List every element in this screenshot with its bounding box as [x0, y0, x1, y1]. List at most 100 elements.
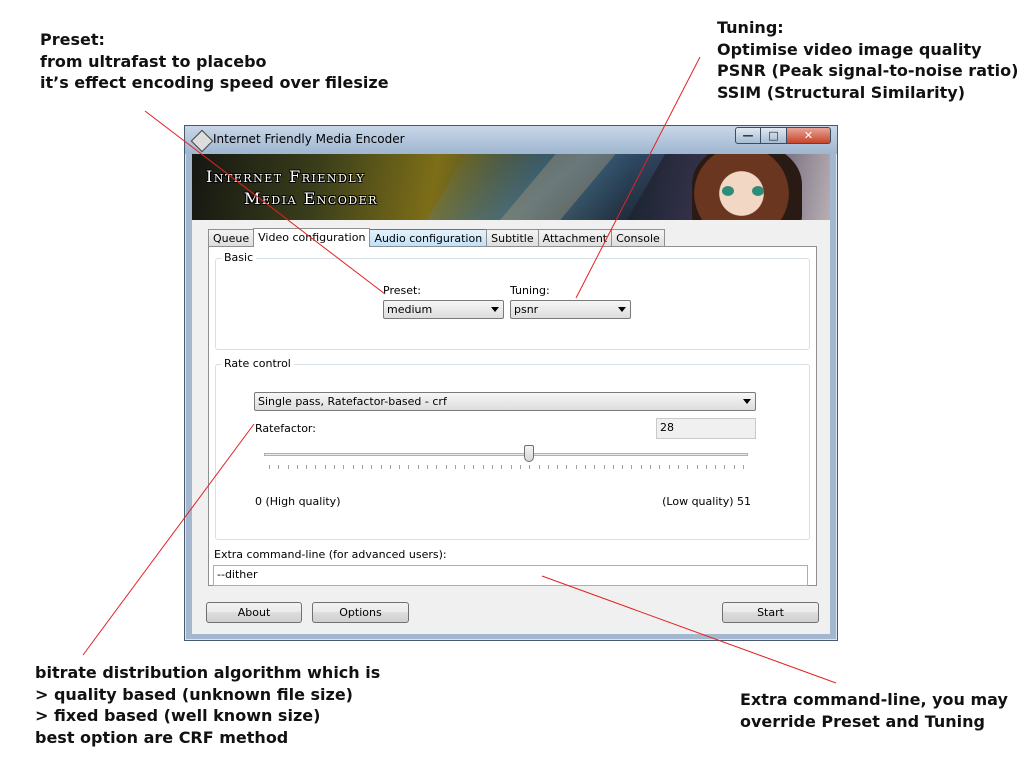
slider-tick: [547, 465, 549, 469]
tab-strip: Queue Video configuration Audio configur…: [208, 228, 665, 247]
preset-value: medium: [387, 303, 433, 316]
rate-control-group: Rate control Single pass, Ratefactor-bas…: [215, 357, 810, 540]
tuning-label: Tuning:: [510, 284, 550, 297]
annotation-bitrate-line: > quality based (unknown file size): [35, 684, 353, 704]
annotation-tuning-line: PSNR (Peak signal-to-noise ratio): [717, 61, 1019, 80]
maximize-button[interactable]: □: [761, 127, 787, 144]
rate-mode-dropdown[interactable]: Single pass, Ratefactor-based - crf: [254, 392, 756, 411]
tuning-dropdown[interactable]: psnr: [510, 300, 631, 319]
tab-audio-configuration[interactable]: Audio configuration: [369, 229, 488, 247]
slider-tick: [380, 465, 382, 469]
basic-group: Basic Preset: medium Tuning: psnr: [215, 251, 810, 350]
slider-tick: [501, 465, 503, 469]
chevron-down-icon: [491, 307, 499, 312]
slider-tick: [371, 465, 373, 469]
slider-tick: [436, 465, 438, 469]
slider-tick: [389, 465, 391, 469]
ratefactor-value-field: 28: [656, 418, 756, 439]
main-window: Internet Friendly Media Encoder — □ ✕ In…: [184, 125, 838, 641]
slider-tick: [724, 465, 726, 469]
slider-tick: [269, 465, 270, 469]
tab-queue[interactable]: Queue: [208, 229, 255, 247]
banner-title-line2: Media Encoder: [244, 189, 378, 208]
annotation-preset-line: from ultrafast to placebo: [40, 51, 267, 71]
preset-dropdown[interactable]: medium: [383, 300, 504, 319]
chevron-down-icon: [743, 399, 751, 404]
tab-console[interactable]: Console: [611, 229, 665, 247]
slider-tick: [427, 465, 428, 469]
slider-tick: [557, 465, 559, 469]
slider-tick: [519, 465, 521, 469]
ratefactor-label: Ratefactor:: [255, 422, 316, 435]
preset-label: Preset:: [383, 284, 422, 297]
annotation-extra-line: Extra command-line, you may: [740, 690, 1008, 709]
about-button[interactable]: About: [206, 602, 302, 623]
tab-subtitle[interactable]: Subtitle: [486, 229, 539, 247]
extra-commandline-input[interactable]: --dither: [213, 565, 808, 586]
slider-tick: [631, 465, 633, 469]
slider-tick: [733, 465, 735, 469]
slider-min-label: 0 (High quality): [255, 495, 341, 508]
chevron-down-icon: [618, 307, 626, 312]
annotation-tuning: Tuning: Optimise video image quality PSN…: [717, 17, 1018, 103]
slider-tick: [473, 465, 475, 469]
slider-tick: [668, 465, 670, 469]
slider-tick: [603, 465, 605, 469]
banner-art: [752, 186, 764, 196]
banner-character-art: [692, 154, 802, 220]
annotation-bitrate: bitrate distribution algorithm which is …: [35, 662, 380, 748]
slider-tick: [399, 465, 401, 469]
slider-tick: [677, 465, 679, 469]
banner-title-line1: Internet Friendly: [206, 167, 366, 186]
slider-tick: [650, 465, 652, 469]
banner-art: [722, 186, 734, 196]
slider-tick: [315, 465, 317, 469]
slider-tick: [696, 465, 698, 469]
slider-tick: [334, 465, 336, 469]
slider-tick: [352, 465, 354, 469]
slider-tick: [296, 465, 298, 469]
slider-tick: [278, 465, 280, 469]
slider-tick: [687, 465, 689, 469]
slider-tick: [287, 465, 289, 469]
rate-mode-value: Single pass, Ratefactor-based - crf: [258, 395, 447, 408]
title-bar[interactable]: Internet Friendly Media Encoder — □ ✕: [185, 126, 837, 154]
slider-tick: [464, 465, 466, 469]
header-banner: Internet Friendly Media Encoder: [192, 154, 830, 220]
slider-tick: [538, 465, 540, 469]
video-configuration-panel: Basic Preset: medium Tuning: psnr Rate c…: [208, 246, 817, 586]
slider-tick: [510, 465, 512, 469]
ratefactor-slider-thumb[interactable]: [524, 445, 535, 462]
slider-tick: [622, 465, 624, 469]
slider-ticks: [269, 465, 744, 469]
slider-tick: [324, 465, 326, 469]
annotation-preset: Preset: from ultrafast to placebo it’s e…: [40, 29, 389, 94]
slider-tick: [594, 465, 596, 469]
tab-video-configuration[interactable]: Video configuration: [253, 228, 371, 247]
window-controls: — □ ✕: [735, 127, 831, 145]
basic-group-label: Basic: [221, 251, 257, 264]
slider-max-label: (Low quality) 51: [662, 495, 751, 508]
slider-tick: [482, 465, 484, 469]
slider-tick: [343, 465, 345, 469]
tab-attachment[interactable]: Attachment: [537, 229, 613, 247]
slider-tick: [306, 465, 308, 469]
annotation-bitrate-line: best option are CRF method: [35, 727, 289, 747]
annotation-tuning-line: Tuning:: [717, 18, 784, 37]
options-button[interactable]: Options: [312, 602, 409, 623]
slider-tick: [445, 465, 447, 469]
app-diamond-icon[interactable]: [190, 129, 214, 153]
start-button[interactable]: Start: [722, 602, 819, 623]
minimize-button[interactable]: —: [735, 127, 761, 144]
slider-tick: [585, 465, 586, 469]
slider-tick: [454, 465, 456, 469]
slider-tick: [408, 465, 410, 469]
annotation-bitrate-line: bitrate distribution algorithm which is: [35, 663, 381, 682]
annotation-preset-line: it’s effect encoding speed over filesize: [40, 73, 389, 92]
close-button[interactable]: ✕: [787, 127, 831, 144]
annotation-tuning-line: SSIM (Structural Similarity): [717, 82, 966, 102]
slider-tick: [361, 465, 363, 469]
annotation-preset-line: Preset:: [40, 30, 105, 49]
slider-tick: [640, 465, 642, 469]
ratefactor-slider-track[interactable]: [264, 453, 748, 456]
